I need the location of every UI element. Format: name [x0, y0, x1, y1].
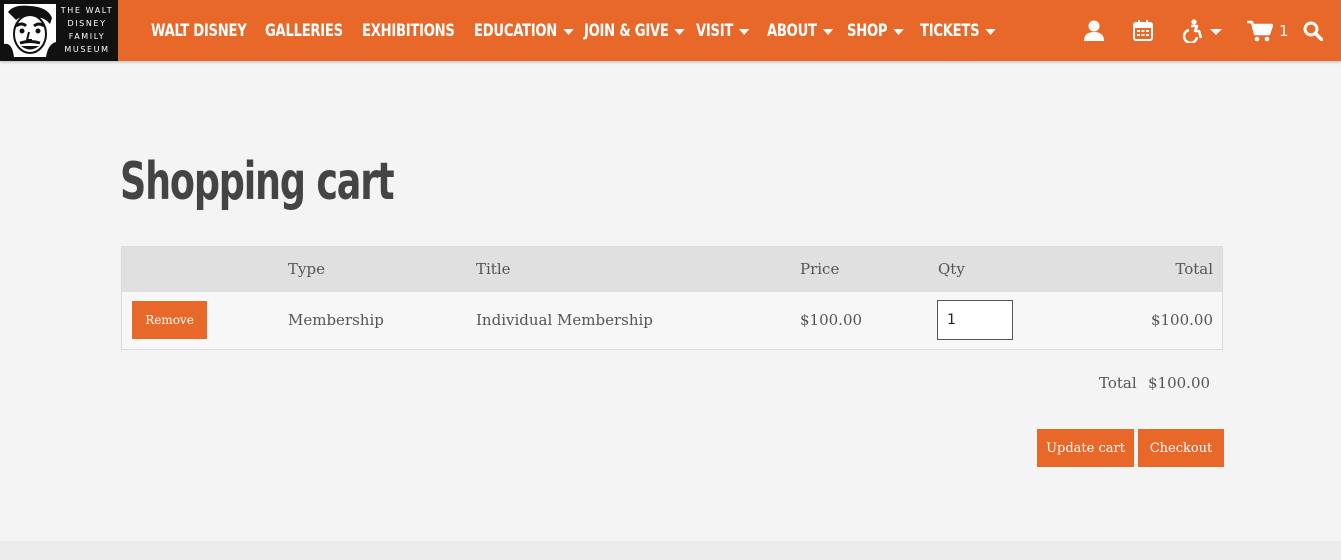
table-row: Remove Membership Individual Membership … — [122, 292, 1222, 349]
column-header-price: Price — [800, 260, 840, 278]
nav-item-exhibitions[interactable]: EXHIBITIONS — [362, 0, 455, 61]
nav-item-tickets[interactable]: TICKETS — [920, 0, 996, 61]
column-header-title: Title — [476, 260, 511, 278]
cart-total-value: $100.00 — [1148, 374, 1211, 392]
chevron-down-icon — [563, 28, 574, 35]
search-icon[interactable] — [1303, 0, 1323, 61]
column-header-qty: Qty — [938, 260, 965, 278]
item-price: $100.00 — [800, 311, 863, 329]
calendar-icon[interactable] — [1133, 0, 1153, 61]
chevron-down-icon — [674, 28, 685, 35]
logo-wordmark: THE WALT DISNEY FAMILY MUSEUM — [60, 6, 114, 54]
page-title: Shopping cart — [120, 152, 395, 212]
nav-item-visit[interactable]: VISIT — [696, 0, 750, 61]
nav-item-galleries[interactable]: GALLERIES — [265, 0, 343, 61]
walt-disney-portrait-icon — [4, 4, 56, 57]
museum-logo[interactable]: THE WALT DISNEY FAMILY MUSEUM — [0, 0, 118, 61]
checkout-button[interactable]: Checkout — [1138, 429, 1224, 467]
chevron-down-icon — [893, 28, 904, 35]
update-cart-button[interactable]: Update cart — [1037, 429, 1134, 467]
cart-table-header: Type Title Price Qty Total — [122, 247, 1222, 292]
chevron-down-icon — [1210, 28, 1222, 35]
column-header-total: Total — [1175, 260, 1213, 278]
nav-item-shop[interactable]: SHOP — [847, 0, 904, 61]
item-total: $100.00 — [1150, 311, 1213, 329]
top-navigation-bar: THE WALT DISNEY FAMILY MUSEUM WALT DISNE… — [0, 0, 1341, 61]
nav-item-about[interactable]: ABOUT — [767, 0, 834, 61]
chevron-down-icon — [822, 28, 834, 35]
remove-button[interactable]: Remove — [132, 301, 207, 339]
quantity-input[interactable] — [937, 300, 1013, 340]
nav-item-walt-disney[interactable]: WALT DISNEY — [151, 0, 247, 61]
column-header-type: Type — [288, 260, 325, 278]
user-icon[interactable] — [1084, 0, 1104, 61]
chevron-down-icon — [739, 28, 750, 35]
footer-strip — [0, 541, 1341, 560]
chevron-down-icon — [985, 28, 996, 35]
cart-total-label: Total — [1099, 374, 1137, 392]
item-title: Individual Membership — [476, 311, 653, 329]
cart-icon[interactable]: 1 — [1247, 0, 1289, 61]
item-type: Membership — [288, 311, 384, 329]
accessibility-icon[interactable] — [1182, 0, 1222, 61]
cart-count-badge: 1 — [1279, 21, 1289, 40]
nav-item-education[interactable]: EDUCATION — [474, 0, 574, 61]
nav-item-join-give[interactable]: JOIN & GIVE — [584, 0, 685, 61]
cart-table: Type Title Price Qty Total Remove Member… — [121, 246, 1223, 350]
